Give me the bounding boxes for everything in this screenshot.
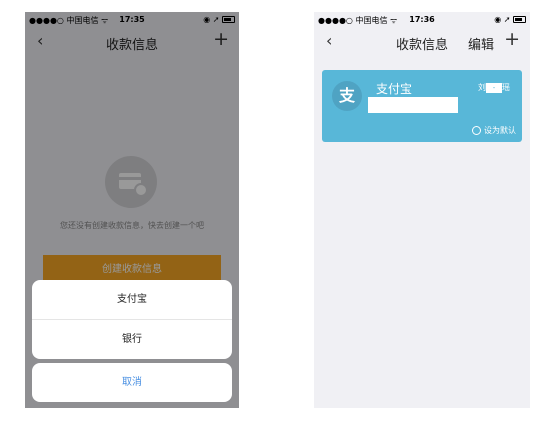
owner-mask: - bbox=[486, 82, 502, 93]
account-type-label: 支付宝 bbox=[376, 82, 413, 96]
cancel-button[interactable]: 取消 bbox=[32, 363, 232, 402]
status-indicators: ◉ ➚ bbox=[494, 15, 526, 24]
battery-icon bbox=[513, 16, 526, 23]
set-default-label: 设为默认 bbox=[484, 125, 516, 135]
page-title: 收款信息 bbox=[395, 38, 448, 53]
alipay-logo-icon: 支 bbox=[332, 81, 362, 111]
radio-icon bbox=[472, 125, 481, 135]
owner-prefix: 刘 bbox=[478, 83, 486, 92]
set-default-toggle[interactable]: 设为默认 bbox=[472, 124, 516, 136]
alipay-account-card[interactable]: 支 支付宝 刘-瑶 设为默认 bbox=[322, 70, 522, 142]
navbar: ‹ 收款信息 编辑 + bbox=[314, 27, 530, 57]
location-icon: ◉ ➚ bbox=[494, 15, 511, 24]
action-option-alipay[interactable]: 支付宝 bbox=[32, 280, 232, 319]
right-screen: ●●●●○ 中国电信 ᯤ 17:36 ◉ ➚ ‹ 收款信息 编辑 + 支 支付宝… bbox=[314, 12, 530, 408]
edit-button[interactable]: 编辑 bbox=[468, 34, 494, 53]
action-sheet: 支付宝 银行 bbox=[32, 280, 232, 359]
account-number-redacted bbox=[368, 97, 458, 113]
owner-suffix: 瑶 bbox=[502, 83, 510, 92]
action-option-bank[interactable]: 银行 bbox=[32, 320, 232, 359]
status-bar: ●●●●○ 中国电信 ᯤ 17:36 ◉ ➚ bbox=[314, 12, 530, 27]
account-owner: 刘-瑶 bbox=[478, 82, 510, 93]
add-button[interactable]: + bbox=[504, 28, 520, 50]
left-screen: ●●●●○ 中国电信 ᯤ 17:35 ◉ ➚ ‹ 收款信息 + 您还没有创建收款… bbox=[25, 12, 239, 408]
